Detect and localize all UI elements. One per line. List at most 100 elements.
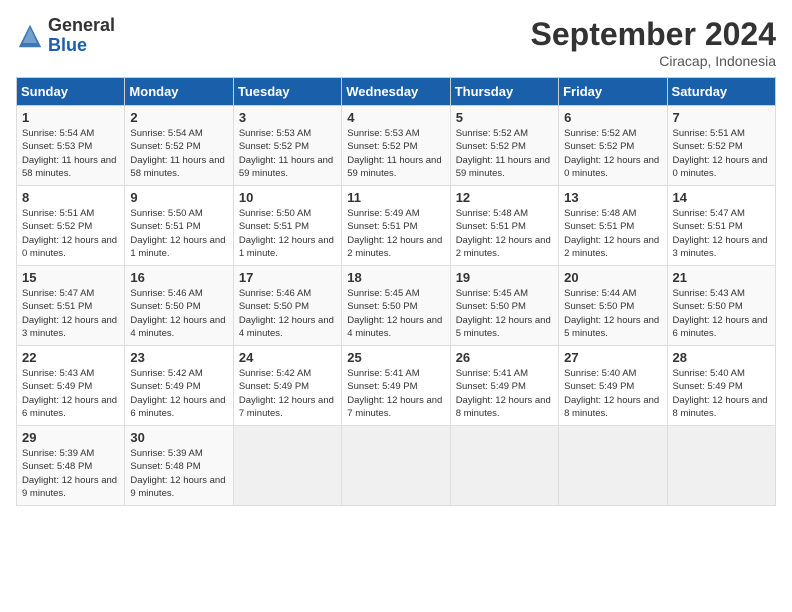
- cell-content: Sunrise: 5:52 AM Sunset: 5:52 PM Dayligh…: [456, 127, 553, 180]
- cell-content: Sunrise: 5:50 AM Sunset: 5:51 PM Dayligh…: [130, 207, 227, 260]
- cell-content: Sunrise: 5:49 AM Sunset: 5:51 PM Dayligh…: [347, 207, 444, 260]
- day-number: 6: [564, 110, 661, 125]
- table-row: 17 Sunrise: 5:46 AM Sunset: 5:50 PM Dayl…: [233, 266, 341, 346]
- calendar-week-row: 22 Sunrise: 5:43 AM Sunset: 5:49 PM Dayl…: [17, 346, 776, 426]
- table-row: 25 Sunrise: 5:41 AM Sunset: 5:49 PM Dayl…: [342, 346, 450, 426]
- day-number: 1: [22, 110, 119, 125]
- table-row: [233, 426, 341, 506]
- day-number: 10: [239, 190, 336, 205]
- table-row: [342, 426, 450, 506]
- cell-content: Sunrise: 5:43 AM Sunset: 5:49 PM Dayligh…: [22, 367, 119, 420]
- table-row: 1 Sunrise: 5:54 AM Sunset: 5:53 PM Dayli…: [17, 106, 125, 186]
- table-row: 30 Sunrise: 5:39 AM Sunset: 5:48 PM Dayl…: [125, 426, 233, 506]
- cell-content: Sunrise: 5:47 AM Sunset: 5:51 PM Dayligh…: [673, 207, 770, 260]
- logo-blue: Blue: [48, 35, 87, 55]
- logo-icon: [16, 22, 44, 50]
- day-number: 25: [347, 350, 444, 365]
- col-saturday: Saturday: [667, 78, 775, 106]
- cell-content: Sunrise: 5:48 AM Sunset: 5:51 PM Dayligh…: [456, 207, 553, 260]
- title-block: September 2024 Ciracap, Indonesia: [531, 16, 776, 69]
- table-row: 6 Sunrise: 5:52 AM Sunset: 5:52 PM Dayli…: [559, 106, 667, 186]
- table-row: 13 Sunrise: 5:48 AM Sunset: 5:51 PM Dayl…: [559, 186, 667, 266]
- table-row: 26 Sunrise: 5:41 AM Sunset: 5:49 PM Dayl…: [450, 346, 558, 426]
- day-number: 24: [239, 350, 336, 365]
- calendar-week-row: 8 Sunrise: 5:51 AM Sunset: 5:52 PM Dayli…: [17, 186, 776, 266]
- table-row: [559, 426, 667, 506]
- table-row: 14 Sunrise: 5:47 AM Sunset: 5:51 PM Dayl…: [667, 186, 775, 266]
- table-row: 4 Sunrise: 5:53 AM Sunset: 5:52 PM Dayli…: [342, 106, 450, 186]
- table-row: 20 Sunrise: 5:44 AM Sunset: 5:50 PM Dayl…: [559, 266, 667, 346]
- day-number: 5: [456, 110, 553, 125]
- cell-content: Sunrise: 5:52 AM Sunset: 5:52 PM Dayligh…: [564, 127, 661, 180]
- day-number: 7: [673, 110, 770, 125]
- col-tuesday: Tuesday: [233, 78, 341, 106]
- table-row: 19 Sunrise: 5:45 AM Sunset: 5:50 PM Dayl…: [450, 266, 558, 346]
- col-thursday: Thursday: [450, 78, 558, 106]
- cell-content: Sunrise: 5:47 AM Sunset: 5:51 PM Dayligh…: [22, 287, 119, 340]
- day-number: 20: [564, 270, 661, 285]
- table-row: 23 Sunrise: 5:42 AM Sunset: 5:49 PM Dayl…: [125, 346, 233, 426]
- cell-content: Sunrise: 5:53 AM Sunset: 5:52 PM Dayligh…: [239, 127, 336, 180]
- cell-content: Sunrise: 5:50 AM Sunset: 5:51 PM Dayligh…: [239, 207, 336, 260]
- calendar-week-row: 29 Sunrise: 5:39 AM Sunset: 5:48 PM Dayl…: [17, 426, 776, 506]
- cell-content: Sunrise: 5:41 AM Sunset: 5:49 PM Dayligh…: [456, 367, 553, 420]
- table-row: [667, 426, 775, 506]
- day-number: 13: [564, 190, 661, 205]
- day-number: 23: [130, 350, 227, 365]
- cell-content: Sunrise: 5:45 AM Sunset: 5:50 PM Dayligh…: [456, 287, 553, 340]
- day-number: 30: [130, 430, 227, 445]
- col-friday: Friday: [559, 78, 667, 106]
- cell-content: Sunrise: 5:42 AM Sunset: 5:49 PM Dayligh…: [239, 367, 336, 420]
- cell-content: Sunrise: 5:46 AM Sunset: 5:50 PM Dayligh…: [239, 287, 336, 340]
- table-row: 28 Sunrise: 5:40 AM Sunset: 5:49 PM Dayl…: [667, 346, 775, 426]
- month-title: September 2024: [531, 16, 776, 53]
- table-row: 7 Sunrise: 5:51 AM Sunset: 5:52 PM Dayli…: [667, 106, 775, 186]
- header-row: Sunday Monday Tuesday Wednesday Thursday…: [17, 78, 776, 106]
- cell-content: Sunrise: 5:45 AM Sunset: 5:50 PM Dayligh…: [347, 287, 444, 340]
- day-number: 2: [130, 110, 227, 125]
- table-row: 16 Sunrise: 5:46 AM Sunset: 5:50 PM Dayl…: [125, 266, 233, 346]
- table-row: 10 Sunrise: 5:50 AM Sunset: 5:51 PM Dayl…: [233, 186, 341, 266]
- cell-content: Sunrise: 5:41 AM Sunset: 5:49 PM Dayligh…: [347, 367, 444, 420]
- cell-content: Sunrise: 5:40 AM Sunset: 5:49 PM Dayligh…: [564, 367, 661, 420]
- day-number: 9: [130, 190, 227, 205]
- cell-content: Sunrise: 5:39 AM Sunset: 5:48 PM Dayligh…: [130, 447, 227, 500]
- table-row: 12 Sunrise: 5:48 AM Sunset: 5:51 PM Dayl…: [450, 186, 558, 266]
- cell-content: Sunrise: 5:46 AM Sunset: 5:50 PM Dayligh…: [130, 287, 227, 340]
- table-row: 15 Sunrise: 5:47 AM Sunset: 5:51 PM Dayl…: [17, 266, 125, 346]
- cell-content: Sunrise: 5:54 AM Sunset: 5:52 PM Dayligh…: [130, 127, 227, 180]
- cell-content: Sunrise: 5:54 AM Sunset: 5:53 PM Dayligh…: [22, 127, 119, 180]
- day-number: 11: [347, 190, 444, 205]
- location: Ciracap, Indonesia: [531, 53, 776, 69]
- calendar-table: Sunday Monday Tuesday Wednesday Thursday…: [16, 77, 776, 506]
- cell-content: Sunrise: 5:42 AM Sunset: 5:49 PM Dayligh…: [130, 367, 227, 420]
- col-sunday: Sunday: [17, 78, 125, 106]
- table-row: 22 Sunrise: 5:43 AM Sunset: 5:49 PM Dayl…: [17, 346, 125, 426]
- calendar-week-row: 15 Sunrise: 5:47 AM Sunset: 5:51 PM Dayl…: [17, 266, 776, 346]
- day-number: 26: [456, 350, 553, 365]
- table-row: 21 Sunrise: 5:43 AM Sunset: 5:50 PM Dayl…: [667, 266, 775, 346]
- day-number: 16: [130, 270, 227, 285]
- table-row: 2 Sunrise: 5:54 AM Sunset: 5:52 PM Dayli…: [125, 106, 233, 186]
- table-row: [450, 426, 558, 506]
- day-number: 18: [347, 270, 444, 285]
- calendar-week-row: 1 Sunrise: 5:54 AM Sunset: 5:53 PM Dayli…: [17, 106, 776, 186]
- cell-content: Sunrise: 5:40 AM Sunset: 5:49 PM Dayligh…: [673, 367, 770, 420]
- table-row: 5 Sunrise: 5:52 AM Sunset: 5:52 PM Dayli…: [450, 106, 558, 186]
- cell-content: Sunrise: 5:51 AM Sunset: 5:52 PM Dayligh…: [22, 207, 119, 260]
- day-number: 28: [673, 350, 770, 365]
- day-number: 12: [456, 190, 553, 205]
- table-row: 3 Sunrise: 5:53 AM Sunset: 5:52 PM Dayli…: [233, 106, 341, 186]
- day-number: 22: [22, 350, 119, 365]
- table-row: 24 Sunrise: 5:42 AM Sunset: 5:49 PM Dayl…: [233, 346, 341, 426]
- table-row: 9 Sunrise: 5:50 AM Sunset: 5:51 PM Dayli…: [125, 186, 233, 266]
- day-number: 4: [347, 110, 444, 125]
- cell-content: Sunrise: 5:53 AM Sunset: 5:52 PM Dayligh…: [347, 127, 444, 180]
- table-row: 29 Sunrise: 5:39 AM Sunset: 5:48 PM Dayl…: [17, 426, 125, 506]
- day-number: 3: [239, 110, 336, 125]
- logo: General Blue: [16, 16, 115, 56]
- cell-content: Sunrise: 5:48 AM Sunset: 5:51 PM Dayligh…: [564, 207, 661, 260]
- day-number: 14: [673, 190, 770, 205]
- day-number: 8: [22, 190, 119, 205]
- day-number: 19: [456, 270, 553, 285]
